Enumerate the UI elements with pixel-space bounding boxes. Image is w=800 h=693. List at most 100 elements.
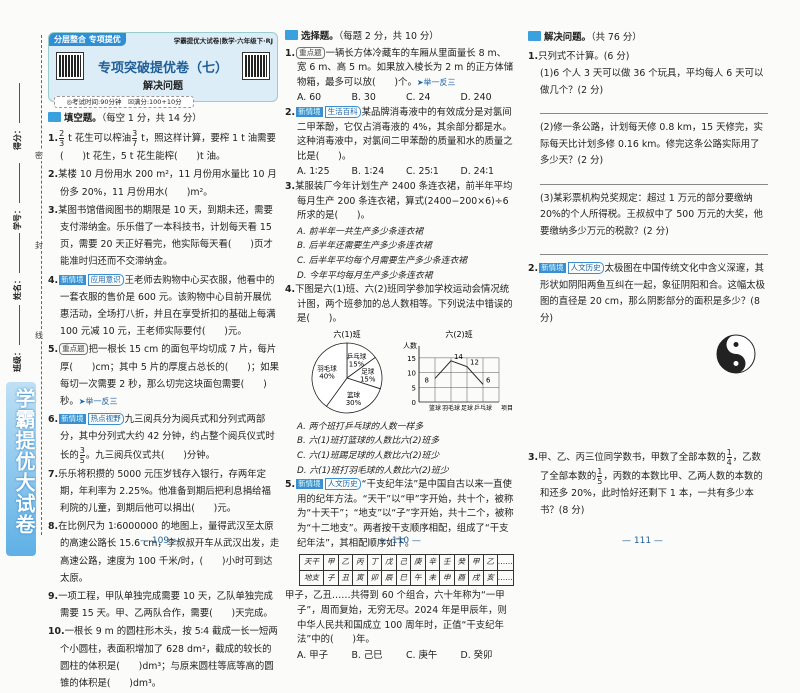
table-cell: 辛 [424,554,440,571]
option: D. 240 [460,92,492,104]
answer-line[interactable] [540,113,768,114]
cut-line [41,35,42,535]
question-tag: 生活百科 [324,105,361,118]
option: B. 30 [351,92,376,104]
answer-options: A. 60 B. 30 C. 24 D. 240 [285,91,515,106]
question-tag: 新情境 [59,274,86,285]
question-number: 9. [48,591,59,603]
x-tick-label: 乒乓球 [474,404,492,412]
sub-question: (1)6 个人 3 天可以做 36 个玩具，平均每人 6 天可以做几个？(2 分… [540,68,764,96]
y-tick-label: 5 [412,384,416,392]
x-tick-label: 足球 [461,404,473,412]
option: A. 甲子 [297,649,328,661]
score-field: 得分： [12,83,23,150]
answer-line[interactable] [540,254,768,255]
section-marker-icon [285,30,298,40]
page-number: — 111 — [622,536,663,546]
pie-slice-value: 15% [360,376,376,384]
series-label: 学霸提优大试卷|数学·六年级下·RJ [173,37,273,45]
question-tag: 重点题 [59,343,88,356]
binding-margin: 密 封 线 得分： 学号： 姓名： 班级： 学霸提优大试卷 [0,0,45,566]
question: 9.一项工程，甲队单独完成需要 10 天，乙队单独完成需要 15 天。甲、乙两队… [48,588,280,622]
table-cell: …… [497,569,514,587]
question-text: 乐乐将积攒的 5000 元压岁钱存入银行，存两年定期，年利率为 2.25%。他准… [58,468,271,515]
pie-slice-label: 篮球 [347,390,361,399]
numerator: 3 [79,445,85,456]
question: 3.甲、乙、丙三位同学数书，甲数了全部本数的 1 4 ，乙数了全部本数的 1 5 ，丙数的本… [528,448,768,519]
denominator: 5 [597,477,603,486]
dot [733,342,739,347]
answer-option: B. 后半年还需要生产多少条连衣裙 [297,241,432,252]
question-text: 一根长 9 m 的圆柱形木头，按 5∶4 截成一长一短两个小圆柱，表面积增加了 … [60,626,278,690]
numerator: 3 [132,129,138,140]
question-number: 2. [285,106,296,118]
question-tag: 人文历史 [567,262,604,274]
exam-title: 专项突破提优卷（七） [97,61,228,76]
question-text: 某图书馆借阅图书的期限是 10 天，到期未还，需要支付滞纳金。乐乐借了一本科技书… [58,204,273,268]
cut-mark: 线 [35,330,43,341]
section-points: （共 76 分） [590,32,642,43]
x-tick-label: 篮球 [429,404,441,412]
statistics-charts: 六(1)班乒乓球15%足球15%篮球30%羽毛球40%六(2)班人数051015… [311,329,512,414]
dot [733,361,739,366]
page-number: — 109 — [140,536,181,546]
question-text: 某服装厂今年计划生产 2400 条连衣裙，前半年平均每月生产 200 条连衣裙，… [295,180,513,222]
table-cell: 巳 [395,569,411,587]
y-tick-label: 0 [412,399,416,407]
question-number: 2. [528,263,539,274]
answer-option: A. 前半年一共生产多少条连衣裙 [297,226,424,237]
data-label: 8 [425,376,429,384]
name-field: 姓名： [12,233,23,300]
table-cell: 甲 [323,554,339,571]
denominator: 3 [59,139,65,149]
exam-header: 分层整合 专项提优 学霸提优大试卷|数学·六年级下·RJ 专项突破提优卷（七） … [48,32,278,102]
question-text: 一辆长方体冷藏车的车厢从里面量长 8 m、宽 6 m、高 5 m。如果放入棱长为… [297,47,514,88]
brand-banner: 学霸提优大试卷 [6,382,36,556]
answer-option: B. 六(1)班打篮球的人数比六(2)班多 [297,436,440,447]
data-label: 14 [454,353,463,361]
question-tag: 新情境 [296,106,323,117]
extension-link[interactable]: ➤举一反三 [417,78,456,87]
table-cell: 丙 [352,554,368,571]
question-text: 甲、乙、丙三位同学数书，甲数了全部本数的 1 4 ，乙数了全部本数的 1 5 ，丙数的本数比… [538,448,763,516]
fraction: 15 [597,467,603,486]
table-cell: 酉 [453,569,469,587]
pie-slice-label: 乒乓球 [347,351,367,360]
question: 1.只列式不计算。(6 分) [528,49,768,66]
question-number: 1. [48,133,59,145]
section-title: 选择题。 [301,31,339,42]
data-label: 12 [470,359,479,367]
question-tag: 新情境 [539,263,566,273]
fraction: 14 [726,448,732,467]
question: 1. 重点题 一辆长方体冷藏车的车厢从里面量长 8 m、宽 6 m、高 5 m。如果… [285,46,515,91]
table-cell: 寅 [352,569,368,587]
table-cell: 己 [395,554,411,571]
denominator: 7 [132,139,138,149]
table-cell: 亥 [482,569,498,587]
table-cell: 丁 [366,554,382,571]
question-number: 7. [48,468,59,480]
denominator: 5 [79,455,85,465]
section-marker-icon [48,112,61,122]
question-number: 6. [48,414,59,426]
table-cell: 壬 [439,554,455,571]
answer-option: C. 六(1)班踢足球的人数比六(2)班少 [297,451,440,462]
question-tag: 重点题 [296,46,325,59]
question: 3.某服装厂今年计划生产 2400 条连衣裙，前半年平均每月生产 200 条连衣… [285,180,515,224]
question-text: 只列式不计算。(6 分) [538,50,630,62]
table-cell: 戊 [381,554,397,571]
extension-link[interactable]: ➤举一反三 [79,397,118,406]
question: 3.某图书馆借阅图书的期限是 10 天，到期未还，需要支付滞纳金。乐乐借了一本科… [48,202,280,271]
question: 5. 重点题 把一根长 15 cm 的面包平均切成 7 片，每片厚( )cm；其中 … [48,341,280,410]
question-text: 甲子，乙丑……共得到 60 个组合，六十年称为“一甲子”，周而复始，无穷无尽。2… [285,590,507,646]
section-title: 解决问题。 [544,32,591,43]
x-tick-label: 羽毛球 [442,404,460,412]
class-field: 班级： [12,305,23,372]
question-text: 在比例尺为 1∶6000000 的地图上，量得武汉至太原的高速公路长 15.6 … [58,521,280,584]
numerator: 2 [59,129,65,140]
pie-slice-value: 40% [319,372,335,380]
cut-mark: 密 [35,150,43,161]
line-chart-title: 六(2)班 [445,329,472,339]
question-text: 下图是六(1)班、六(2)班同学参加学校运动会情况统计图，两个班参加的总人数相等… [295,284,513,325]
answer-line[interactable] [540,183,768,185]
